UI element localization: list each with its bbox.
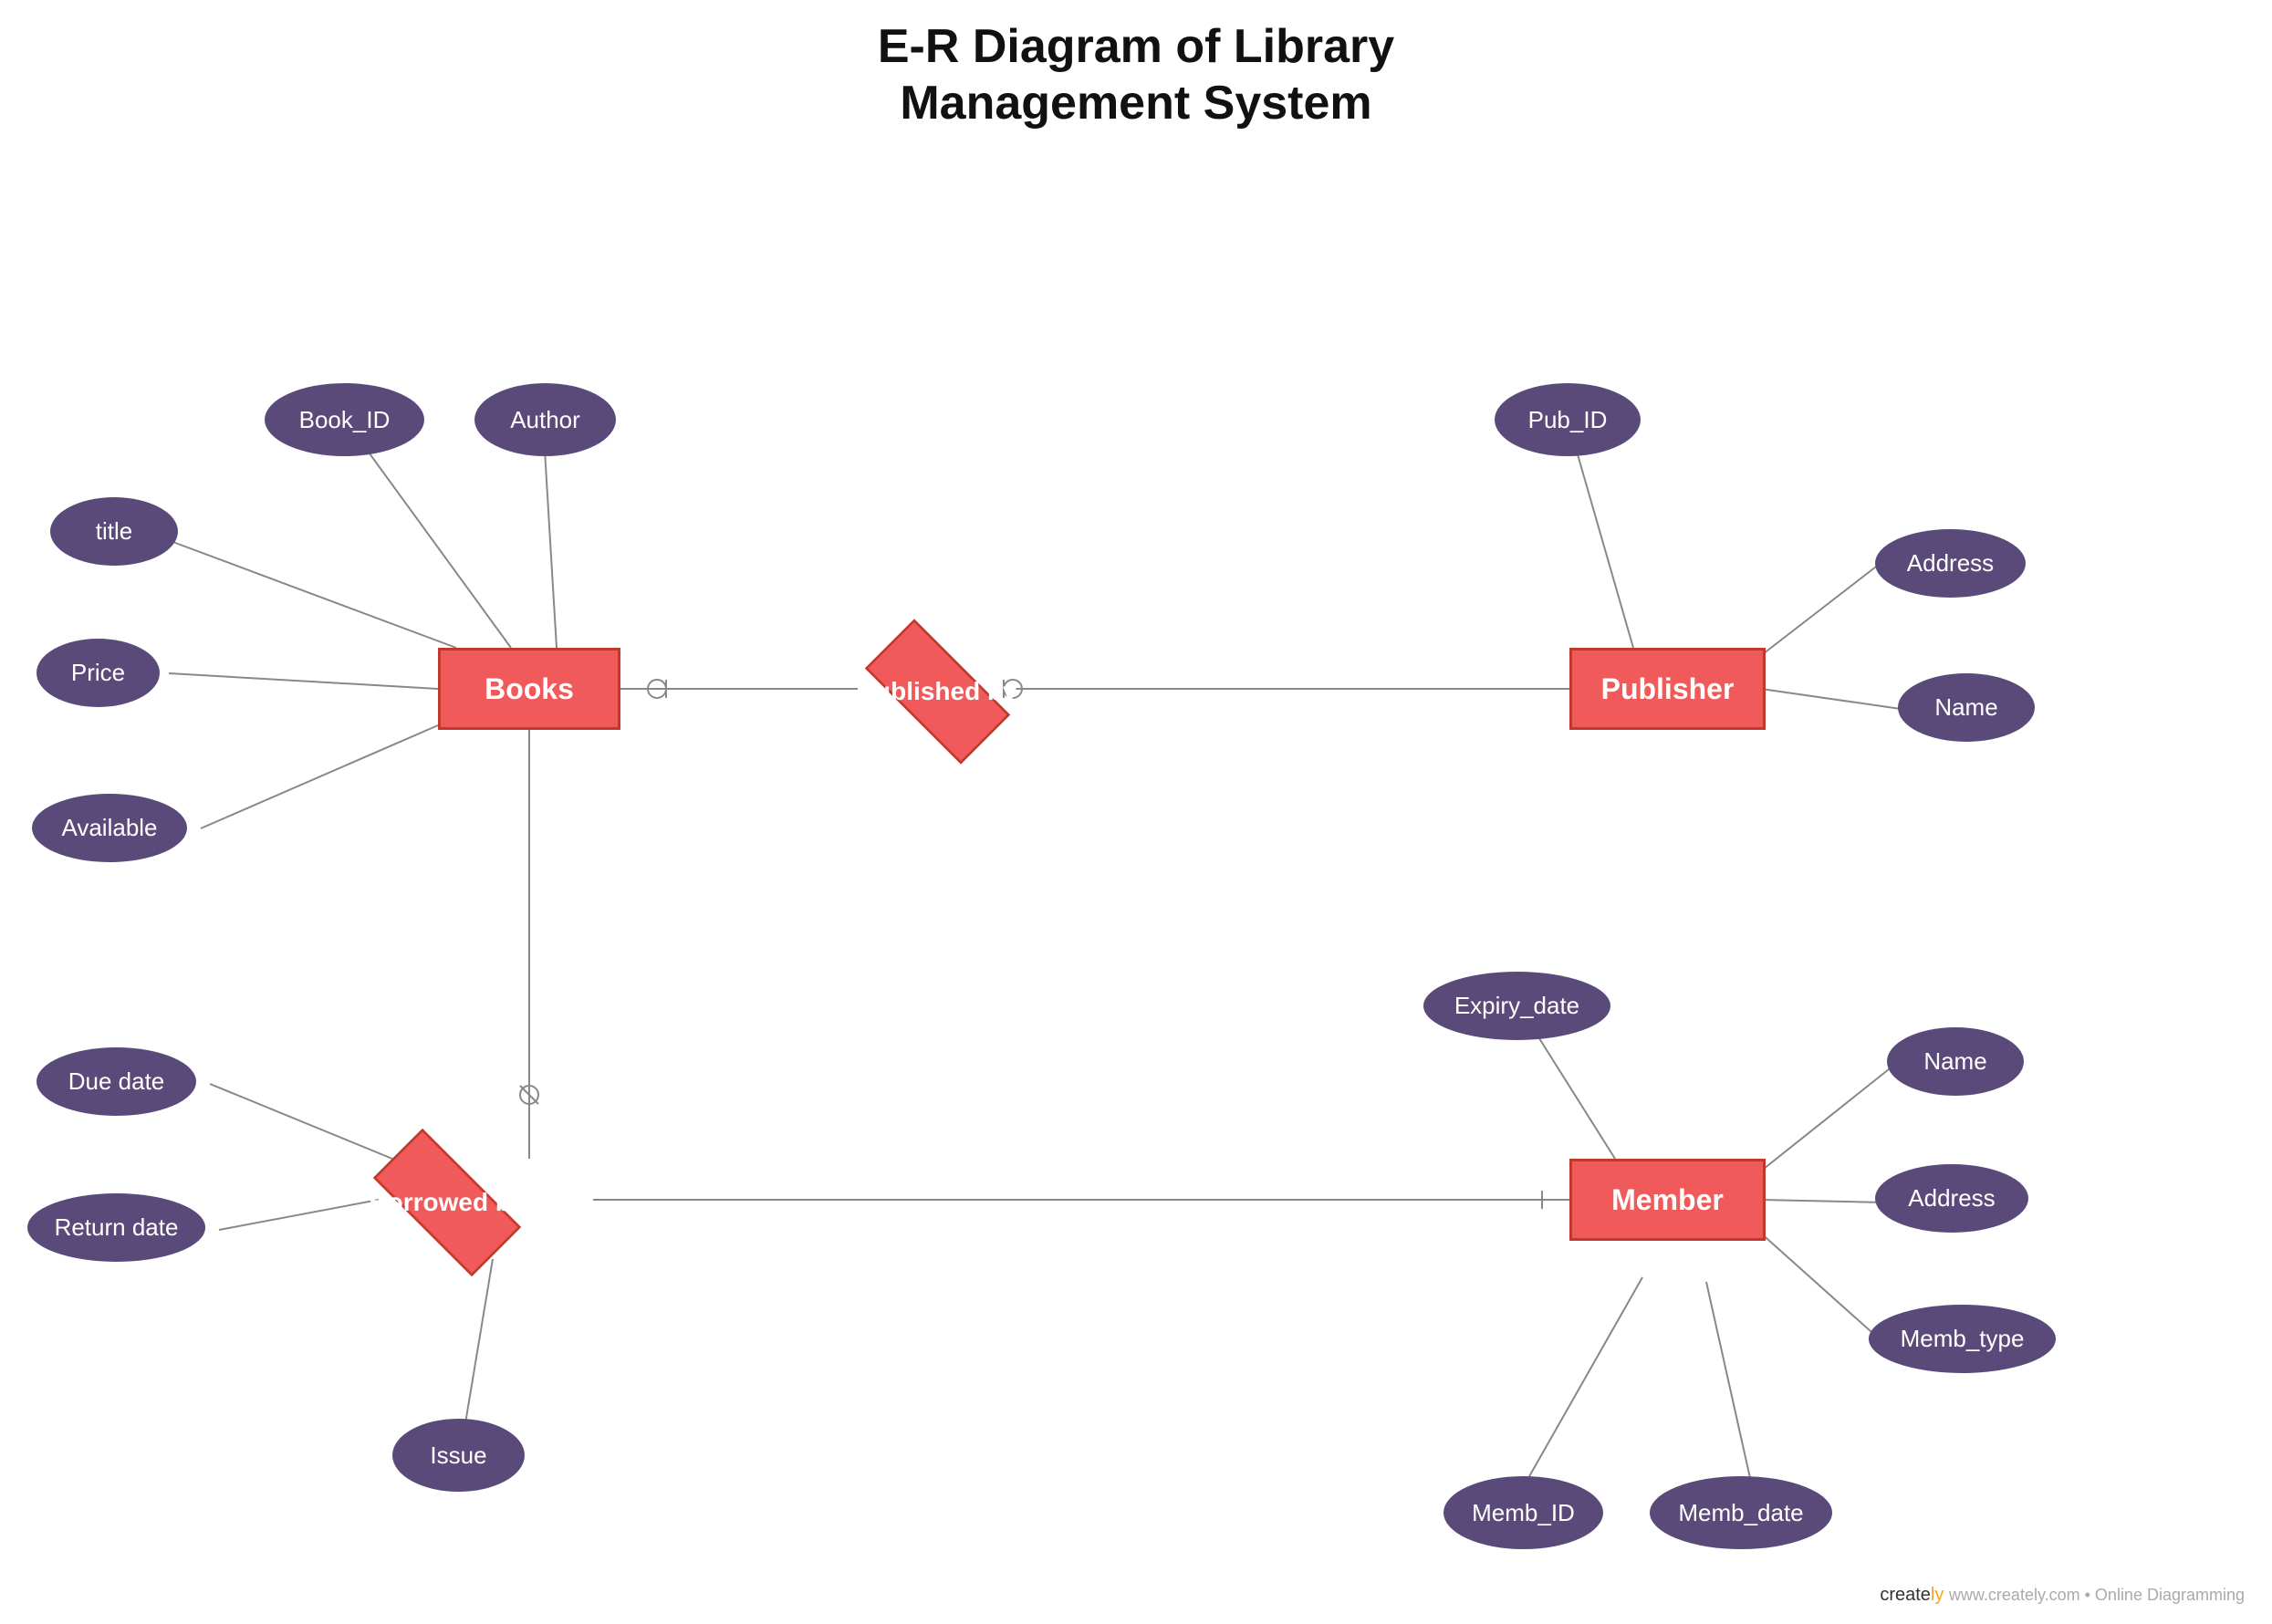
attribute-price: Price bbox=[36, 639, 160, 707]
attribute-author: Author bbox=[474, 383, 616, 456]
attribute-available: Available bbox=[32, 794, 187, 862]
diagram-container: E-R Diagram of Library Management System… bbox=[0, 0, 2272, 1624]
attribute-address-pub: Address bbox=[1875, 529, 2026, 598]
attribute-title: title bbox=[50, 497, 178, 566]
attribute-issue: Issue bbox=[392, 1419, 525, 1492]
attribute-pub-id: Pub_ID bbox=[1495, 383, 1641, 456]
attribute-memb-type: Memb_type bbox=[1869, 1305, 2056, 1373]
attribute-expiry-date: Expiry_date bbox=[1423, 972, 1610, 1040]
attribute-name-mem: Name bbox=[1887, 1027, 2024, 1096]
relationship-borrowed-by-label: Borrowed by bbox=[369, 1188, 525, 1217]
attribute-name-pub: Name bbox=[1898, 673, 2035, 742]
attribute-book-id: Book_ID bbox=[265, 383, 424, 456]
diagram-title: E-R Diagram of Library Management System bbox=[878, 18, 1394, 132]
attribute-due-date: Due date bbox=[36, 1047, 196, 1116]
attribute-return-date: Return date bbox=[27, 1193, 205, 1262]
relationship-published-by: Published by bbox=[858, 648, 1017, 734]
attribute-address-mem: Address bbox=[1875, 1164, 2028, 1233]
entity-member: Member bbox=[1569, 1159, 1766, 1241]
entity-publisher: Publisher bbox=[1569, 648, 1766, 730]
attribute-memb-date: Memb_date bbox=[1650, 1476, 1832, 1549]
entity-books: Books bbox=[438, 648, 620, 730]
connections-svg bbox=[0, 0, 2272, 1624]
watermark: creately www.creately.com • Online Diagr… bbox=[1880, 1585, 2245, 1606]
relationship-published-by-label: Published by bbox=[858, 677, 1016, 706]
relationship-borrowed-by: Borrowed by bbox=[360, 1159, 534, 1245]
attribute-memb-id: Memb_ID bbox=[1443, 1476, 1603, 1549]
